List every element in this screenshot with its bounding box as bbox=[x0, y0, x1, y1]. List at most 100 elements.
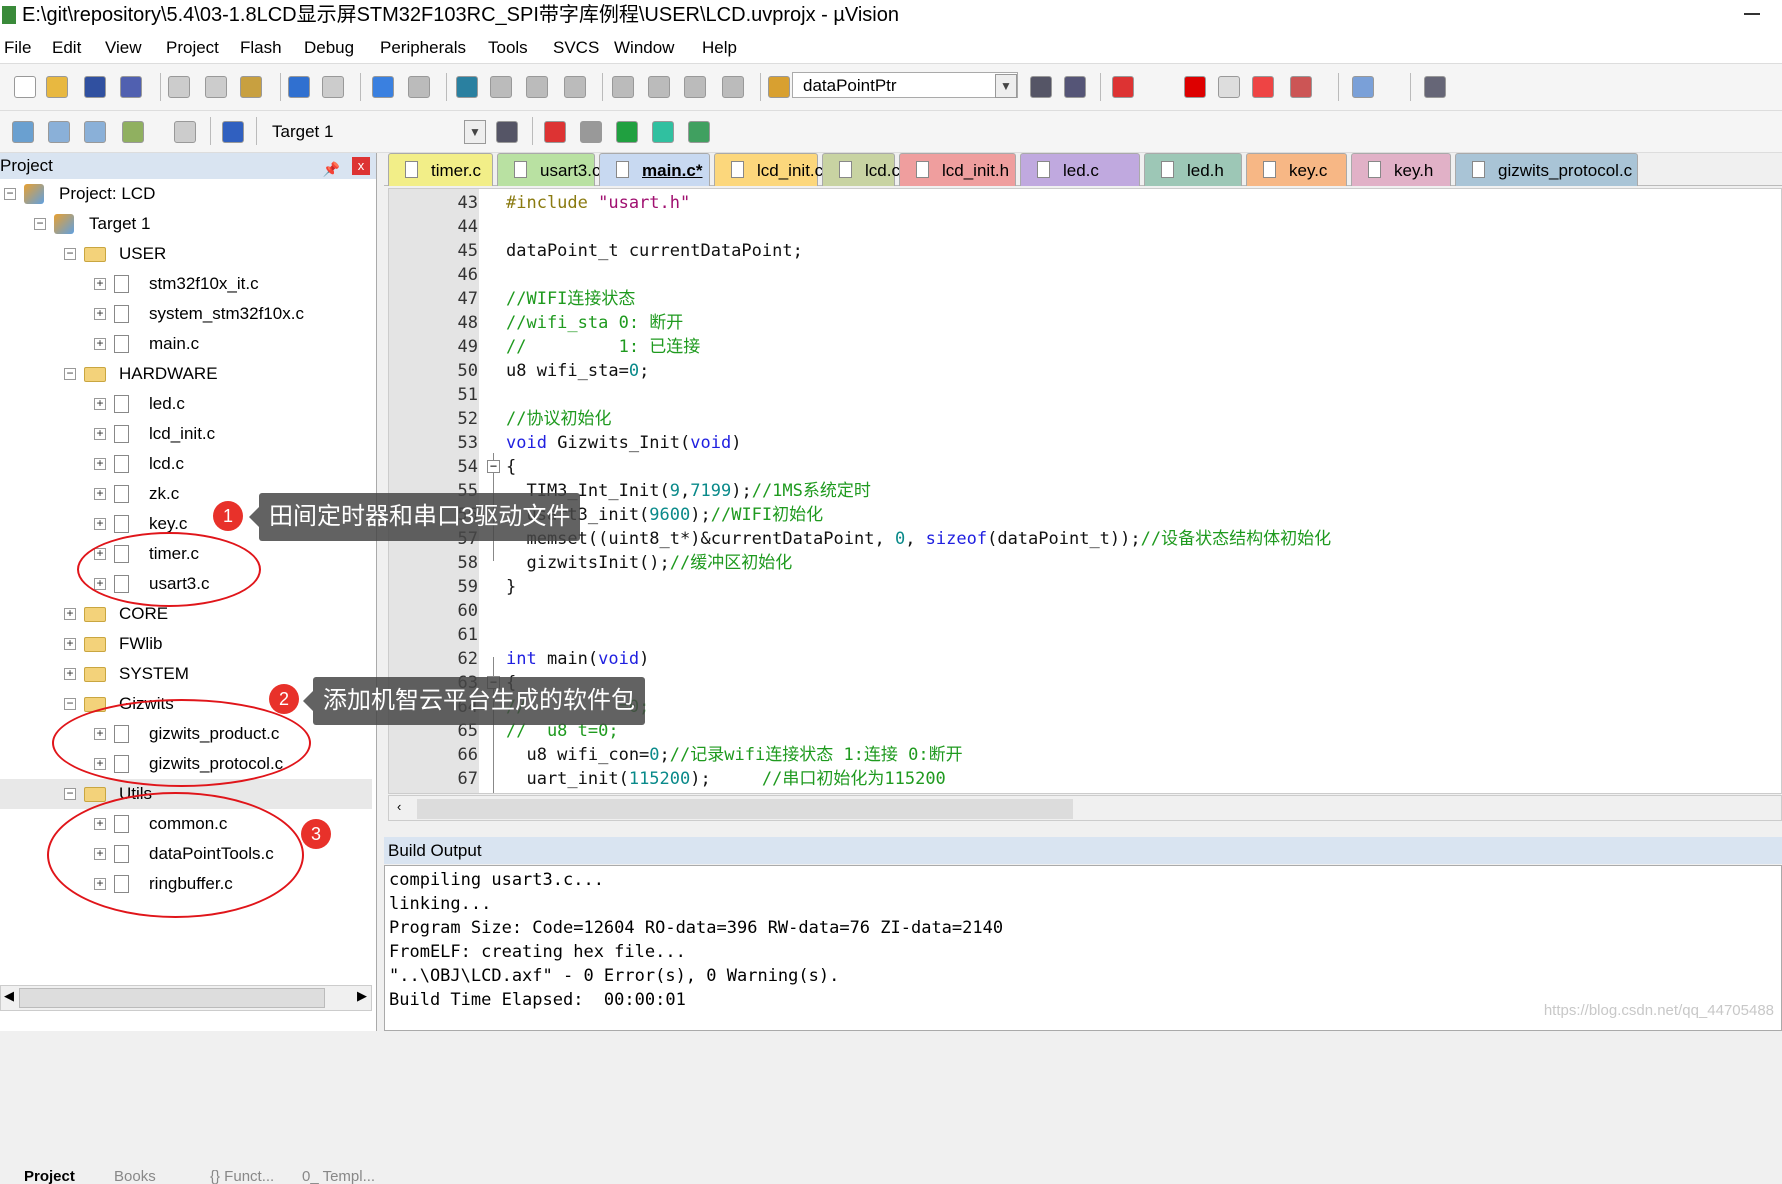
comment-icon[interactable] bbox=[684, 76, 706, 98]
debug-start-icon[interactable] bbox=[1112, 76, 1134, 98]
menu-tools[interactable]: Tools bbox=[488, 38, 528, 58]
clear-bookmarks-icon[interactable] bbox=[564, 76, 586, 98]
copy-icon[interactable] bbox=[205, 76, 227, 98]
menu-debug[interactable]: Debug bbox=[304, 38, 354, 58]
scroll-thumb[interactable] bbox=[417, 799, 1073, 819]
tree-item-led-c[interactable]: + led.c bbox=[0, 389, 372, 419]
navigate-forward-icon[interactable] bbox=[408, 76, 430, 98]
menu-edit[interactable]: Edit bbox=[52, 38, 81, 58]
download-icon[interactable] bbox=[222, 121, 244, 143]
menu-view[interactable]: View bbox=[105, 38, 142, 58]
expand-icon[interactable]: + bbox=[94, 277, 106, 290]
editor-horizontal-scrollbar[interactable]: ‹ bbox=[388, 795, 1782, 821]
menu-project[interactable]: Project bbox=[166, 38, 219, 58]
collapse-icon[interactable]: − bbox=[64, 247, 76, 260]
tree-item-target-1[interactable]: − Target 1 bbox=[0, 209, 372, 239]
expand-icon[interactable]: + bbox=[94, 427, 106, 440]
breakpoint-list-icon[interactable] bbox=[1290, 76, 1312, 98]
menu-help[interactable]: Help bbox=[702, 38, 737, 58]
scroll-thumb[interactable] bbox=[19, 988, 325, 1008]
next-bookmark-icon[interactable] bbox=[526, 76, 548, 98]
expand-icon[interactable]: + bbox=[94, 337, 106, 350]
tab-key-h[interactable]: key.h bbox=[1351, 153, 1451, 186]
panel-tab-3[interactable]: 0_ Templ... bbox=[280, 1168, 375, 1184]
tree-item-main-c[interactable]: + main.c bbox=[0, 329, 372, 359]
tab-key-c[interactable]: key.c bbox=[1246, 153, 1347, 186]
menu-peripherals[interactable]: Peripherals bbox=[380, 38, 466, 58]
tree-item-lcd-c[interactable]: + lcd.c bbox=[0, 449, 372, 479]
uncomment-icon[interactable] bbox=[722, 76, 744, 98]
redo-icon[interactable] bbox=[322, 76, 344, 98]
collapse-icon[interactable]: − bbox=[64, 697, 76, 710]
expand-icon[interactable]: + bbox=[64, 637, 76, 650]
scroll-left-icon[interactable]: ◀ bbox=[4, 988, 14, 1004]
pack-installer-icon[interactable] bbox=[652, 121, 674, 143]
undo-icon[interactable] bbox=[288, 76, 310, 98]
prev-bookmark-icon[interactable] bbox=[490, 76, 512, 98]
tab-lcd-init-c[interactable]: lcd_init.c bbox=[714, 153, 823, 186]
open-file-icon[interactable] bbox=[46, 76, 68, 98]
panel-tab-2[interactable]: {} Funct... bbox=[188, 1168, 274, 1184]
cut-icon[interactable] bbox=[168, 76, 190, 98]
tree-item-system-stm32f10x-c[interactable]: + system_stm32f10x.c bbox=[0, 299, 372, 329]
expand-icon[interactable]: + bbox=[94, 307, 106, 320]
tree-item-lcd-init-c[interactable]: + lcd_init.c bbox=[0, 419, 372, 449]
tree-item-hardware[interactable]: − HARDWARE bbox=[0, 359, 372, 389]
scroll-left-icon[interactable]: ‹ bbox=[397, 799, 401, 814]
software-packs-icon[interactable] bbox=[688, 121, 710, 143]
select-packs-icon[interactable] bbox=[580, 121, 602, 143]
tab-led-c[interactable]: led.c bbox=[1020, 153, 1140, 186]
unindent-icon[interactable] bbox=[648, 76, 670, 98]
incremental-find-icon[interactable] bbox=[1064, 76, 1086, 98]
options-for-target-icon[interactable] bbox=[496, 121, 518, 143]
tab-led-h[interactable]: led.h bbox=[1144, 153, 1242, 186]
expand-icon[interactable]: + bbox=[94, 457, 106, 470]
expand-icon[interactable]: + bbox=[94, 487, 106, 500]
chevron-down-icon[interactable]: ▼ bbox=[464, 120, 486, 144]
find-in-files-icon[interactable] bbox=[768, 76, 790, 98]
expand-icon[interactable]: + bbox=[94, 397, 106, 410]
breakpoint-icon[interactable] bbox=[1184, 76, 1206, 98]
configure-icon[interactable] bbox=[1424, 76, 1446, 98]
new-file-icon[interactable] bbox=[14, 76, 36, 98]
translate-icon[interactable] bbox=[12, 121, 34, 143]
tree-item-fwlib[interactable]: + FWlib bbox=[0, 629, 372, 659]
horizontal-scrollbar[interactable]: ◀ ▶ bbox=[0, 985, 372, 1011]
menu-file[interactable]: File bbox=[4, 38, 31, 58]
symbol-combo[interactable]: dataPointPtr ▼ bbox=[792, 72, 1018, 98]
tree-item-project-lcd[interactable]: − Project: LCD bbox=[0, 179, 372, 209]
close-icon[interactable]: x bbox=[352, 157, 370, 175]
tab-lcd-c[interactable]: lcd.c bbox=[822, 153, 900, 186]
manage-project-icon[interactable] bbox=[544, 121, 566, 143]
tab-usart3-c[interactable]: usart3.c bbox=[497, 153, 600, 186]
manage-components-icon[interactable] bbox=[616, 121, 638, 143]
save-icon[interactable] bbox=[84, 76, 106, 98]
tab-gizwits-protocol-c[interactable]: gizwits_protocol.c bbox=[1455, 153, 1638, 186]
paste-icon[interactable] bbox=[240, 76, 262, 98]
tab-main-c-[interactable]: main.c* bbox=[599, 153, 710, 186]
target-select[interactable]: Target 1 ▼ bbox=[264, 119, 486, 145]
build-icon[interactable] bbox=[48, 121, 70, 143]
breakpoints-kill-icon[interactable] bbox=[1252, 76, 1274, 98]
breakpoint-disable-icon[interactable] bbox=[1218, 76, 1240, 98]
tree-item-user[interactable]: − USER bbox=[0, 239, 372, 269]
minimize-button[interactable] bbox=[1744, 13, 1760, 15]
collapse-icon[interactable]: − bbox=[4, 187, 16, 200]
expand-icon[interactable]: + bbox=[64, 667, 76, 680]
window-layout-icon[interactable] bbox=[1352, 76, 1374, 98]
navigate-back-icon[interactable] bbox=[372, 76, 394, 98]
collapse-icon[interactable]: − bbox=[64, 787, 76, 800]
menu-flash[interactable]: Flash bbox=[240, 38, 282, 58]
bookmark-icon[interactable] bbox=[456, 76, 478, 98]
collapse-icon[interactable]: − bbox=[34, 217, 46, 230]
scroll-right-icon[interactable]: ▶ bbox=[357, 988, 367, 1004]
stop-build-icon[interactable] bbox=[174, 121, 196, 143]
indent-icon[interactable] bbox=[612, 76, 634, 98]
save-all-icon[interactable] bbox=[120, 76, 142, 98]
collapse-icon[interactable]: − bbox=[64, 367, 76, 380]
rebuild-icon[interactable] bbox=[84, 121, 106, 143]
fold-toggle-icon[interactable]: − bbox=[487, 460, 500, 473]
tab-lcd-init-h[interactable]: lcd_init.h bbox=[899, 153, 1016, 186]
panel-tab-0[interactable]: Project bbox=[2, 1168, 75, 1184]
expand-icon[interactable]: + bbox=[64, 607, 76, 620]
